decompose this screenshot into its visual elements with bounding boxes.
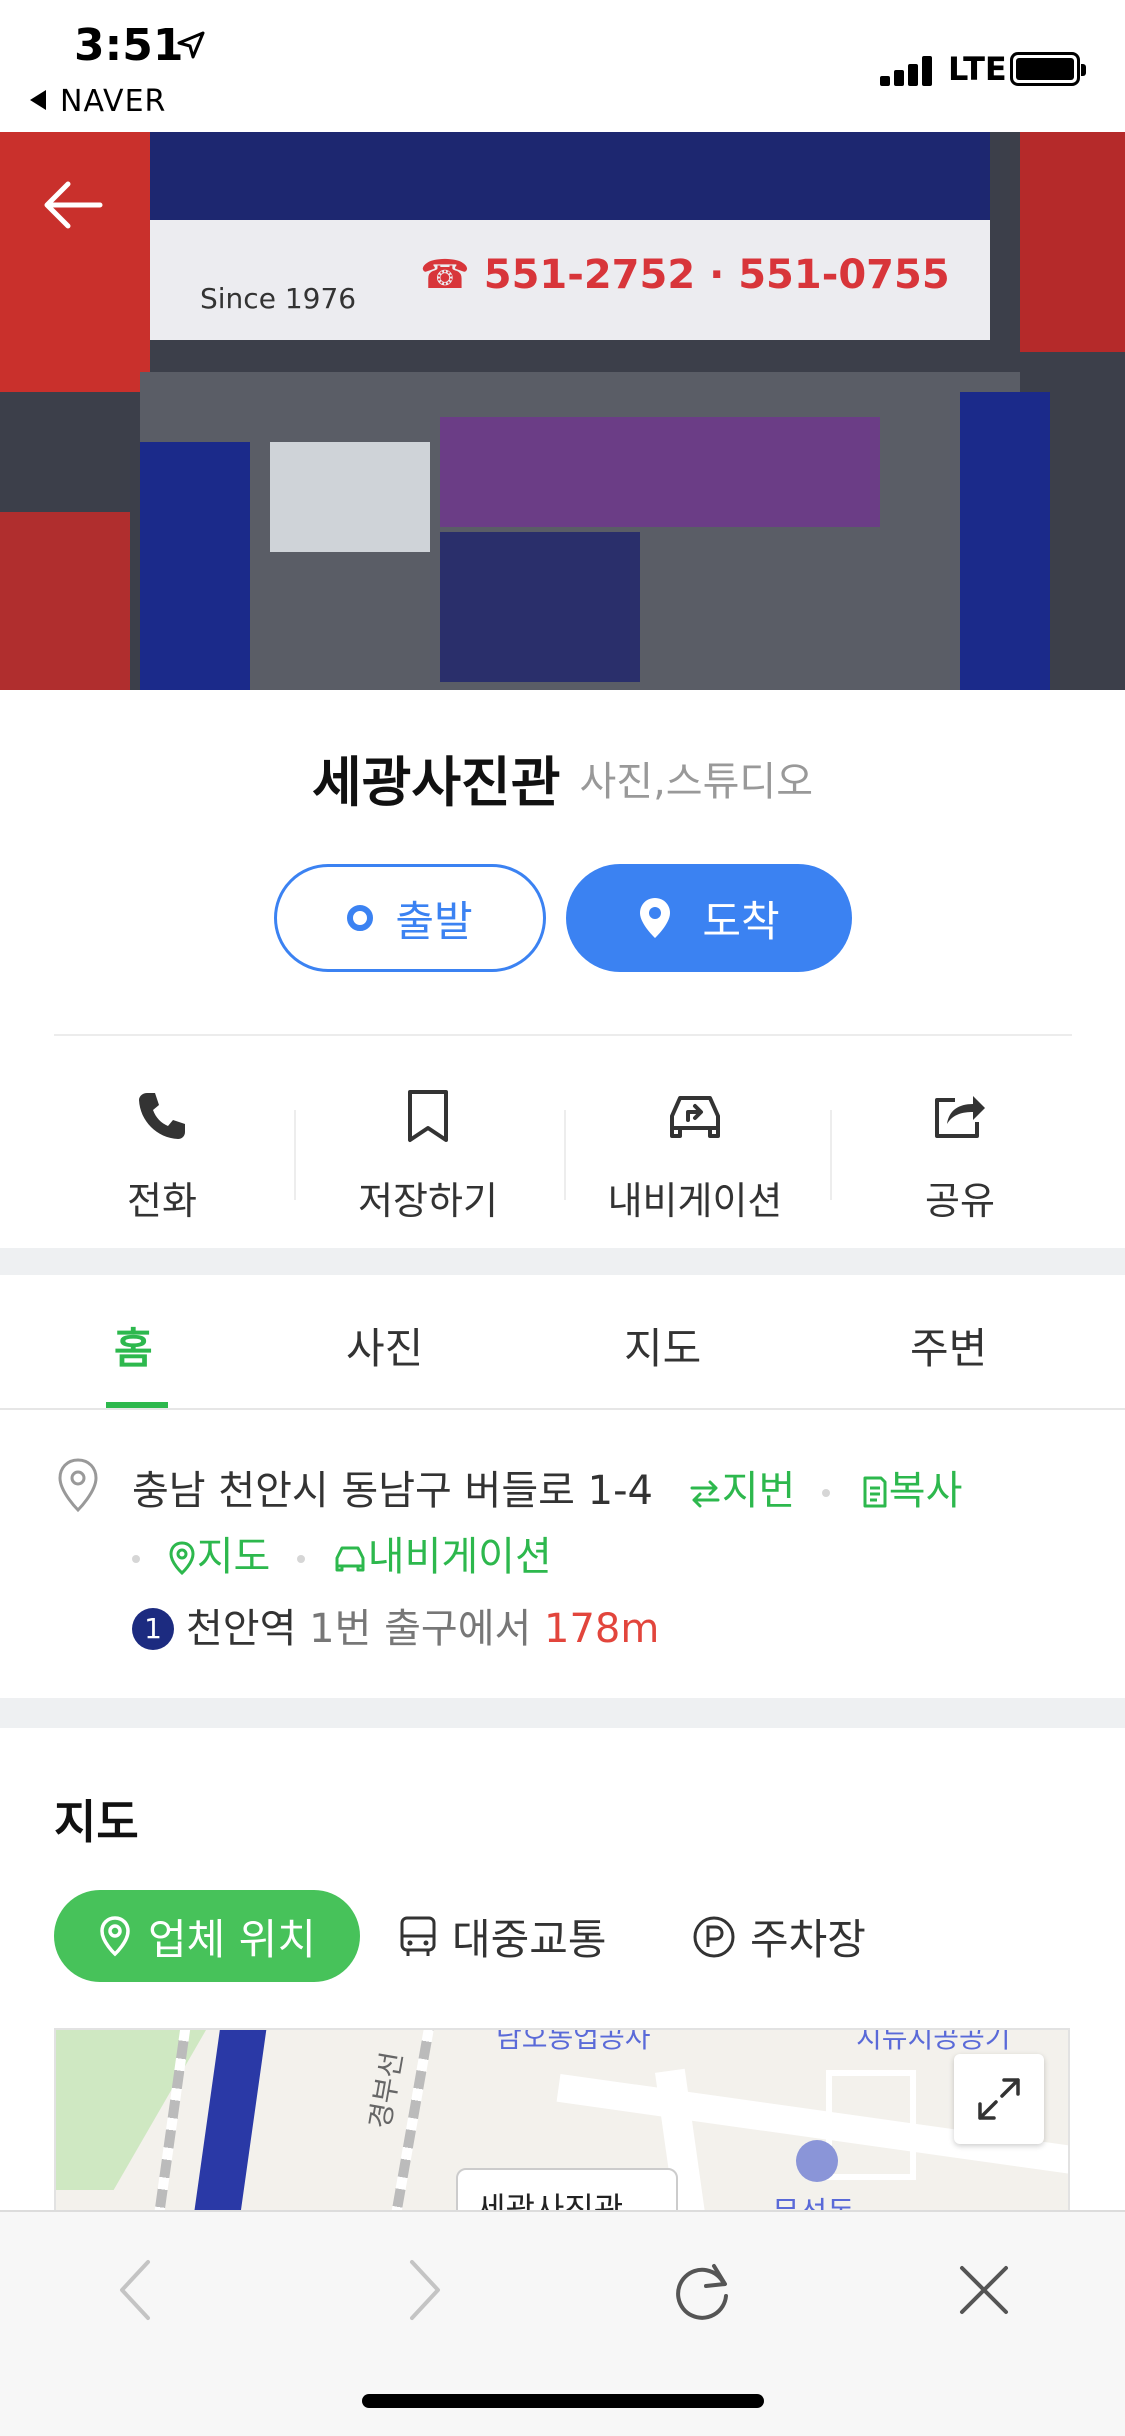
map-pin-icon [169, 1541, 195, 1576]
save-button[interactable]: 저장하기 [298, 1080, 558, 1225]
back-triangle-icon [30, 90, 46, 110]
tab-photos[interactable]: 사진 [346, 1315, 423, 1376]
navigation-button[interactable]: 내비게이션 [565, 1080, 825, 1225]
government-office-icon [796, 2140, 838, 2182]
copy-icon [863, 1476, 887, 1508]
place-name: 세광사진관 [311, 751, 561, 814]
cellular-signal-icon [880, 56, 940, 86]
back-to-app-link[interactable]: NAVER [30, 84, 166, 119]
sign-since-text: Since 1976 [200, 282, 357, 315]
depart-label: 출발 [395, 896, 473, 946]
swap-icon [690, 1480, 720, 1508]
map-label: 문성동 [772, 2188, 855, 2210]
active-tab-indicator [106, 1402, 168, 1408]
bus-icon [400, 1916, 436, 1956]
place-category: 사진,스튜디오 [579, 758, 813, 805]
car-icon [335, 1546, 365, 1572]
arrive-label: 도착 [702, 896, 780, 946]
tab-bar: 홈 사진 지도 주변 [0, 1275, 1125, 1410]
navigation-link[interactable]: 내비게이션 [332, 1534, 552, 1580]
public-transit-chip[interactable]: 대중교통 [398, 1906, 607, 1967]
chevron-right-icon [410, 2260, 440, 2320]
share-label: 공유 [925, 1179, 995, 1223]
lot-number-link[interactable]: 지번 [688, 1468, 808, 1514]
bookmark-icon [408, 1090, 448, 1142]
road-address: 충남 천안시 동남구 버들로 1-4 [132, 1468, 653, 1514]
browser-back-button[interactable] [96, 2250, 176, 2330]
business-location-chip[interactable]: 업체 위치 [54, 1890, 360, 1982]
battery-icon [1010, 52, 1086, 86]
map-preview[interactable]: 남오동업공사 지뉴지공공기 경부선 문성동 세광사진관 [54, 2028, 1070, 2212]
place-marker[interactable]: 세광사진관 [456, 2168, 678, 2210]
home-indicator [362, 2394, 764, 2408]
divider [54, 1034, 1072, 1036]
map-label: 지뉴지공공기 [856, 2028, 1011, 2054]
section-gap [0, 1698, 1125, 1728]
arrive-button[interactable]: 도착 [566, 864, 852, 972]
map-link[interactable]: 지도 [167, 1534, 283, 1580]
call-button[interactable]: 전화 [32, 1080, 292, 1225]
parking-chip[interactable]: 주차장 [692, 1906, 866, 1967]
back-arrow-icon[interactable] [38, 170, 108, 240]
address-links: 지도 내비게이션 [130, 1524, 552, 1582]
network-type: LTE [948, 50, 1007, 88]
save-label: 저장하기 [358, 1179, 498, 1223]
location-arrow-icon [177, 31, 205, 59]
expand-icon [978, 2078, 1020, 2120]
map-label: 남오동업공사 [496, 2028, 651, 2054]
place-photo[interactable]: Since 1976 ☎ 551-2752 · 551-0755 [0, 132, 1125, 690]
pin-icon [640, 898, 671, 938]
parking-icon [693, 1916, 735, 1957]
chevron-left-icon [120, 2260, 150, 2320]
depart-dot-icon [347, 905, 374, 931]
call-label: 전화 [127, 1179, 197, 1223]
status-time: 3:51 [74, 20, 184, 71]
car-navigation-icon [670, 1096, 720, 1138]
pin-icon [100, 1916, 130, 1957]
tab-home[interactable]: 홈 [114, 1315, 153, 1376]
station-name: 천안역 [186, 1606, 297, 1652]
depart-button[interactable]: 출발 [274, 864, 546, 972]
status-bar: 3:51 NAVER LTE [0, 0, 1125, 132]
exit-text: 1번 출구에서 [309, 1606, 532, 1652]
expand-map-button[interactable] [954, 2054, 1044, 2144]
subway-line-badge: 1 [132, 1608, 174, 1650]
map-section-title: 지도 [54, 1795, 139, 1849]
address-line: 충남 천안시 동남구 버들로 1-4 지번 복사 [132, 1458, 962, 1516]
navigation-label: 내비게이션 [607, 1179, 783, 1223]
browser-forward-button[interactable] [384, 2250, 464, 2330]
section-gap [0, 1248, 1125, 1275]
phone-icon [139, 1093, 185, 1139]
reload-icon [676, 2264, 728, 2320]
tab-nearby[interactable]: 주변 [910, 1315, 987, 1376]
share-button[interactable]: 공유 [830, 1080, 1090, 1225]
rail-line-label: 경부선 [363, 2049, 410, 2132]
close-icon [960, 2266, 1008, 2314]
place-header: 세광사진관 사진,스튜디오 [0, 738, 1125, 817]
subway-info: 1 천안역 1번 출구에서 178m [132, 1596, 659, 1654]
back-app-label: NAVER [60, 84, 167, 119]
close-button[interactable] [944, 2250, 1024, 2330]
location-pin-icon [58, 1458, 98, 1513]
share-icon [935, 1096, 985, 1138]
distance: 178m [544, 1606, 660, 1652]
tab-map[interactable]: 지도 [624, 1315, 701, 1376]
action-row: 전화 저장하기 내비게이션 공유 [0, 1050, 1125, 1245]
copy-link[interactable]: 복사 [857, 1468, 962, 1514]
reload-button[interactable] [662, 2250, 742, 2330]
sign-phone-text: ☎ 551-2752 · 551-0755 [420, 252, 950, 298]
